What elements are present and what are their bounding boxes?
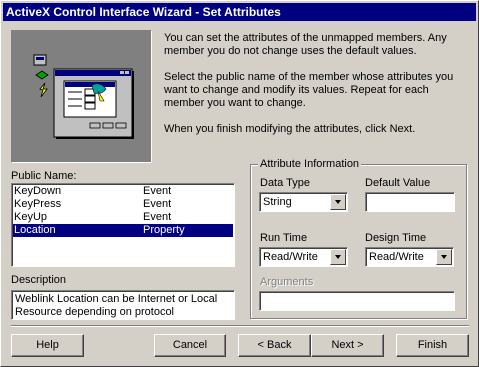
intro-paragraph-3: When you finish modifying the attributes… [164, 123, 416, 135]
combo-arrow-icon[interactable] [330, 249, 346, 265]
intro-paragraph-2: Select the public name of the member who… [164, 71, 454, 109]
member-type: Event [143, 211, 172, 223]
cancel-button[interactable]: Cancel [154, 334, 226, 357]
default-value-field[interactable] [365, 192, 455, 212]
member-name: KeyPress [14, 198, 62, 210]
list-item[interactable]: KeyUp Event [13, 211, 233, 224]
window-title: ActiveX Control Interface Wizard - Set A… [3, 3, 476, 21]
member-type: Property [143, 224, 185, 236]
combo-arrow-icon[interactable] [436, 249, 452, 265]
public-name-label: Public Name: [11, 170, 77, 182]
button-separator [11, 325, 469, 327]
default-value-label: Default Value [365, 177, 431, 189]
attribute-information-legend: Attribute Information [258, 158, 362, 170]
description-box: Weblink Location can be Internet or Loca… [11, 290, 235, 320]
data-type-value: String [263, 196, 292, 208]
intro-paragraph-1: You can set the attributes of the unmapp… [164, 32, 447, 57]
data-type-combo[interactable]: String [259, 192, 348, 212]
wizard-illustration-icon [33, 54, 134, 139]
help-button[interactable]: Help [11, 334, 84, 357]
list-item-selected[interactable]: Location Property [13, 224, 233, 237]
member-name: Location [14, 224, 56, 236]
list-item[interactable]: KeyPress Event [13, 198, 233, 211]
member-name: KeyDown [14, 185, 62, 197]
design-time-combo[interactable]: Read/Write [365, 247, 454, 267]
wizard-illustration [11, 30, 152, 163]
member-type: Event [143, 198, 172, 210]
intro-text: You can set the attributes of the unmapp… [164, 32, 464, 149]
data-type-label: Data Type [260, 177, 310, 189]
combo-arrow-icon[interactable] [330, 194, 346, 210]
arguments-field[interactable] [259, 291, 455, 311]
design-time-label: Design Time [365, 232, 427, 244]
run-time-label: Run Time [260, 232, 308, 244]
next-button[interactable]: Next > [311, 334, 384, 357]
public-name-list[interactable]: KeyDown Event KeyPress Event KeyUp Event… [11, 183, 235, 267]
wizard-window: ActiveX Control Interface Wizard - Set A… [0, 0, 479, 367]
list-item[interactable]: KeyDown Event [13, 185, 233, 198]
design-time-value: Read/Write [369, 251, 424, 263]
description-label: Description [11, 274, 67, 286]
member-type: Event [143, 185, 172, 197]
member-name: KeyUp [14, 211, 48, 223]
back-button[interactable]: < Back [238, 334, 311, 357]
finish-button[interactable]: Finish [396, 334, 469, 357]
arguments-label: Arguments [260, 276, 314, 288]
run-time-value: Read/Write [263, 251, 318, 263]
run-time-combo[interactable]: Read/Write [259, 247, 348, 267]
